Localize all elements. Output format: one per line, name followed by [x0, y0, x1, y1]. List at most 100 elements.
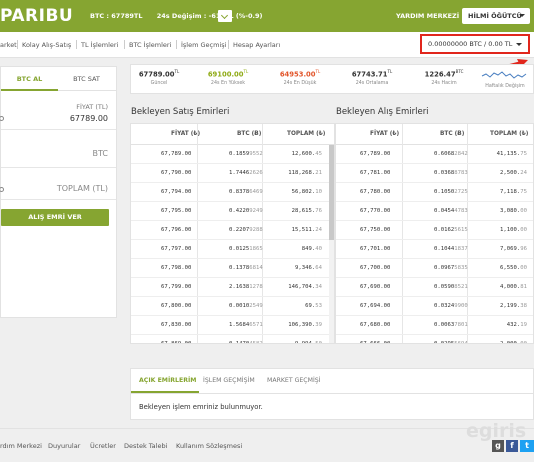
footer-link-support[interactable]: Destek Talebi	[124, 442, 167, 450]
table-row[interactable]: 67,789.00 0.60682842 41,135.75	[336, 145, 533, 164]
column-header-btc[interactable]: BTC (Ƀ)	[440, 131, 464, 137]
table-row[interactable]: 67,694.00 0.03249900 2,199.38	[336, 297, 533, 316]
table-row[interactable]: 67,830.00 1.56846571 106,390.39	[131, 316, 334, 335]
buy-order-button[interactable]: ALIŞ EMRİ VER	[1, 209, 109, 226]
table-row[interactable]: 67,750.00 0.01625615 1,100.00	[336, 221, 533, 240]
column-header-btc[interactable]: BTC (Ƀ)	[237, 131, 261, 137]
cell-btc: 0.03688783	[434, 170, 468, 176]
cell-price: 67,694.00	[360, 303, 391, 309]
cell-total: 1,100.00	[500, 227, 527, 233]
cell-price: 67,830.00	[161, 322, 192, 328]
stat-value: 67789.00TL	[138, 69, 180, 79]
table-row[interactable]: 67,795.00 0.42209249 28,615.76	[131, 202, 334, 221]
cell-price: 67,795.00	[161, 208, 192, 214]
table-row[interactable]: 67,789.00 0.18599552 12,600.45	[131, 145, 334, 164]
ticker-pair: BTC : 67789TL	[90, 12, 143, 20]
cell-btc: 0.00637801	[434, 322, 468, 328]
tab-open-orders[interactable]: AÇIK EMİRLERİM	[139, 377, 196, 384]
amount-input[interactable]: BTC	[93, 149, 109, 158]
table-row[interactable]: 67,798.00 0.13786814 9,346.64	[131, 259, 334, 278]
cell-btc: 0.10441837	[434, 246, 468, 252]
cell-total: 106,390.39	[288, 322, 322, 328]
table-row[interactable]: 67,799.00 2.16381278 146,704.34	[131, 278, 334, 297]
footer-link-terms[interactable]: Kullanım Sözleşmesi	[176, 442, 242, 450]
empty-orders-message: Bekleyen işlem emriniz bulunmuyor.	[139, 403, 263, 411]
column-header-price[interactable]: FİYAT (₺)	[171, 131, 200, 137]
table-row[interactable]: 67,796.00 0.22079288 15,511.24	[131, 221, 334, 240]
table-row[interactable]: 67,790.00 1.74462626 118,268.21	[131, 164, 334, 183]
nav-divider	[76, 40, 77, 49]
column-header-total[interactable]: TOPLAM (₺)	[287, 131, 325, 137]
nav-item-market[interactable]: arket	[0, 41, 17, 49]
cell-total: 432.19	[506, 322, 527, 328]
stat-value: 64953.00TL	[279, 69, 321, 79]
table-row[interactable]: 67,780.00 0.10502725 7,118.75	[336, 183, 533, 202]
cell-btc: 0.09675835	[434, 265, 468, 271]
user-menu-button[interactable]: HİLMİ ÖĞÜTCÜ	[462, 8, 530, 24]
footer-link-help[interactable]: rdım Merkezi	[0, 442, 42, 450]
stat-24h-average: 67743.71TL 24s Ortalama	[343, 69, 401, 86]
divider	[1, 129, 116, 130]
footer-link-announcements[interactable]: Duyurular	[48, 442, 80, 450]
cell-total: 41,135.75	[496, 151, 527, 157]
tab-sell-btc[interactable]: BTC SAT	[58, 67, 115, 91]
cell-price: 67,690.00	[360, 284, 391, 290]
radio-circle-icon[interactable]	[0, 116, 4, 121]
nav-item-tl-transactions[interactable]: TL İşlemleri	[81, 41, 118, 49]
column-header-total[interactable]: TOPLAM (₺)	[490, 131, 528, 137]
total-input[interactable]: TOPLAM (TL)	[57, 184, 108, 193]
balance-dropdown[interactable]: 0.00000000 BTC / 0.00 TL	[420, 34, 530, 54]
balance-value: 0.00000000 BTC / 0.00 TL	[428, 40, 513, 48]
table-row[interactable]: 67,690.00 0.05908521 4,000.81	[336, 278, 533, 297]
sell-orders-table: FİYAT (₺) BTC (Ƀ) TOPLAM (₺) 67,789.00 0.…	[130, 123, 335, 344]
cell-price: 67,789.00	[161, 151, 192, 157]
nav-item-account-settings[interactable]: Hesap Ayarları	[233, 41, 280, 49]
cell-btc: 0.01625615	[434, 227, 468, 233]
logo[interactable]: PARIBU	[0, 6, 73, 26]
tab-market-history[interactable]: MARKET GEÇMİŞİ	[267, 377, 321, 384]
table-row[interactable]: 67,770.00 0.04544783 3,080.00	[336, 202, 533, 221]
table-row[interactable]: 67,666.00 0.02955694 2,000.00	[336, 335, 533, 344]
table-row[interactable]: 67,700.00 0.09675835 6,550.00	[336, 259, 533, 278]
scrollbar-thumb[interactable]	[329, 145, 334, 240]
nav-divider	[124, 40, 125, 49]
buy-orders-title: Bekleyen Alış Emirleri	[336, 107, 429, 117]
cell-btc: 0.22079288	[229, 227, 263, 233]
tab-trade-history[interactable]: İŞLEM GEÇMİŞİM	[203, 377, 255, 384]
nav-item-btc-transactions[interactable]: BTC İşlemleri	[129, 41, 171, 49]
weekly-change-label: Haftalık Değişim	[485, 84, 525, 89]
table-row[interactable]: 67,781.00 0.03688783 2,500.24	[336, 164, 533, 183]
cell-btc: 2.16381278	[229, 284, 263, 290]
ticker-dropdown-button[interactable]	[218, 10, 232, 22]
help-center-link[interactable]: YARDIM MERKEZİ	[396, 12, 459, 20]
nav-item-easy-trade[interactable]: Kolay Alış-Satış	[22, 41, 71, 49]
google-plus-icon[interactable]: g	[492, 440, 504, 452]
table-row[interactable]: 67,680.00 0.00637801 432.19	[336, 316, 533, 335]
facebook-icon[interactable]: f	[506, 440, 518, 452]
column-header-price[interactable]: FİYAT (₺)	[370, 131, 399, 137]
stat-label: 24s Ortalama	[355, 81, 389, 87]
price-input[interactable]: 67789.00	[70, 114, 108, 123]
radio-circle-icon[interactable]	[0, 187, 4, 192]
market-stats: 67789.00TL Güncel 69100.00TL 24s En Yüks…	[130, 64, 534, 94]
stat-value: 1226.47BTC	[424, 69, 464, 79]
table-header: FİYAT (₺) BTC (Ƀ) TOPLAM (₺)	[131, 124, 334, 145]
cell-price: 67,797.00	[161, 246, 192, 252]
tab-buy-btc[interactable]: BTC AL	[1, 67, 58, 91]
cell-btc: 0.02955694	[434, 341, 468, 344]
cell-btc: 0.04544783	[434, 208, 468, 214]
footer-link-fees[interactable]: Ücretler	[90, 442, 116, 450]
twitter-icon[interactable]: t	[520, 440, 534, 452]
cell-total: 2,199.38	[500, 303, 527, 309]
table-row[interactable]: 67,701.00 0.10441837 7,069.96	[336, 240, 533, 259]
stat-24h-volume: 1226.47BTC 24s Hacim	[413, 69, 475, 86]
cell-total: 3,080.00	[500, 208, 527, 214]
table-row[interactable]: 67,800.00 0.00102549 69.53	[131, 297, 334, 316]
table-row[interactable]: 67,869.00 0.14704582 9,994.50	[131, 335, 334, 343]
cell-btc: 0.13786814	[229, 265, 263, 271]
nav-item-history[interactable]: İşlem Geçmişi	[181, 41, 226, 49]
cell-price: 67,701.00	[360, 246, 391, 252]
table-row[interactable]: 67,797.00 0.01251865 849.40	[131, 240, 334, 259]
table-row[interactable]: 67,794.00 0.83786469 56,802.10	[131, 183, 334, 202]
cell-btc: 0.05908521	[434, 284, 468, 290]
